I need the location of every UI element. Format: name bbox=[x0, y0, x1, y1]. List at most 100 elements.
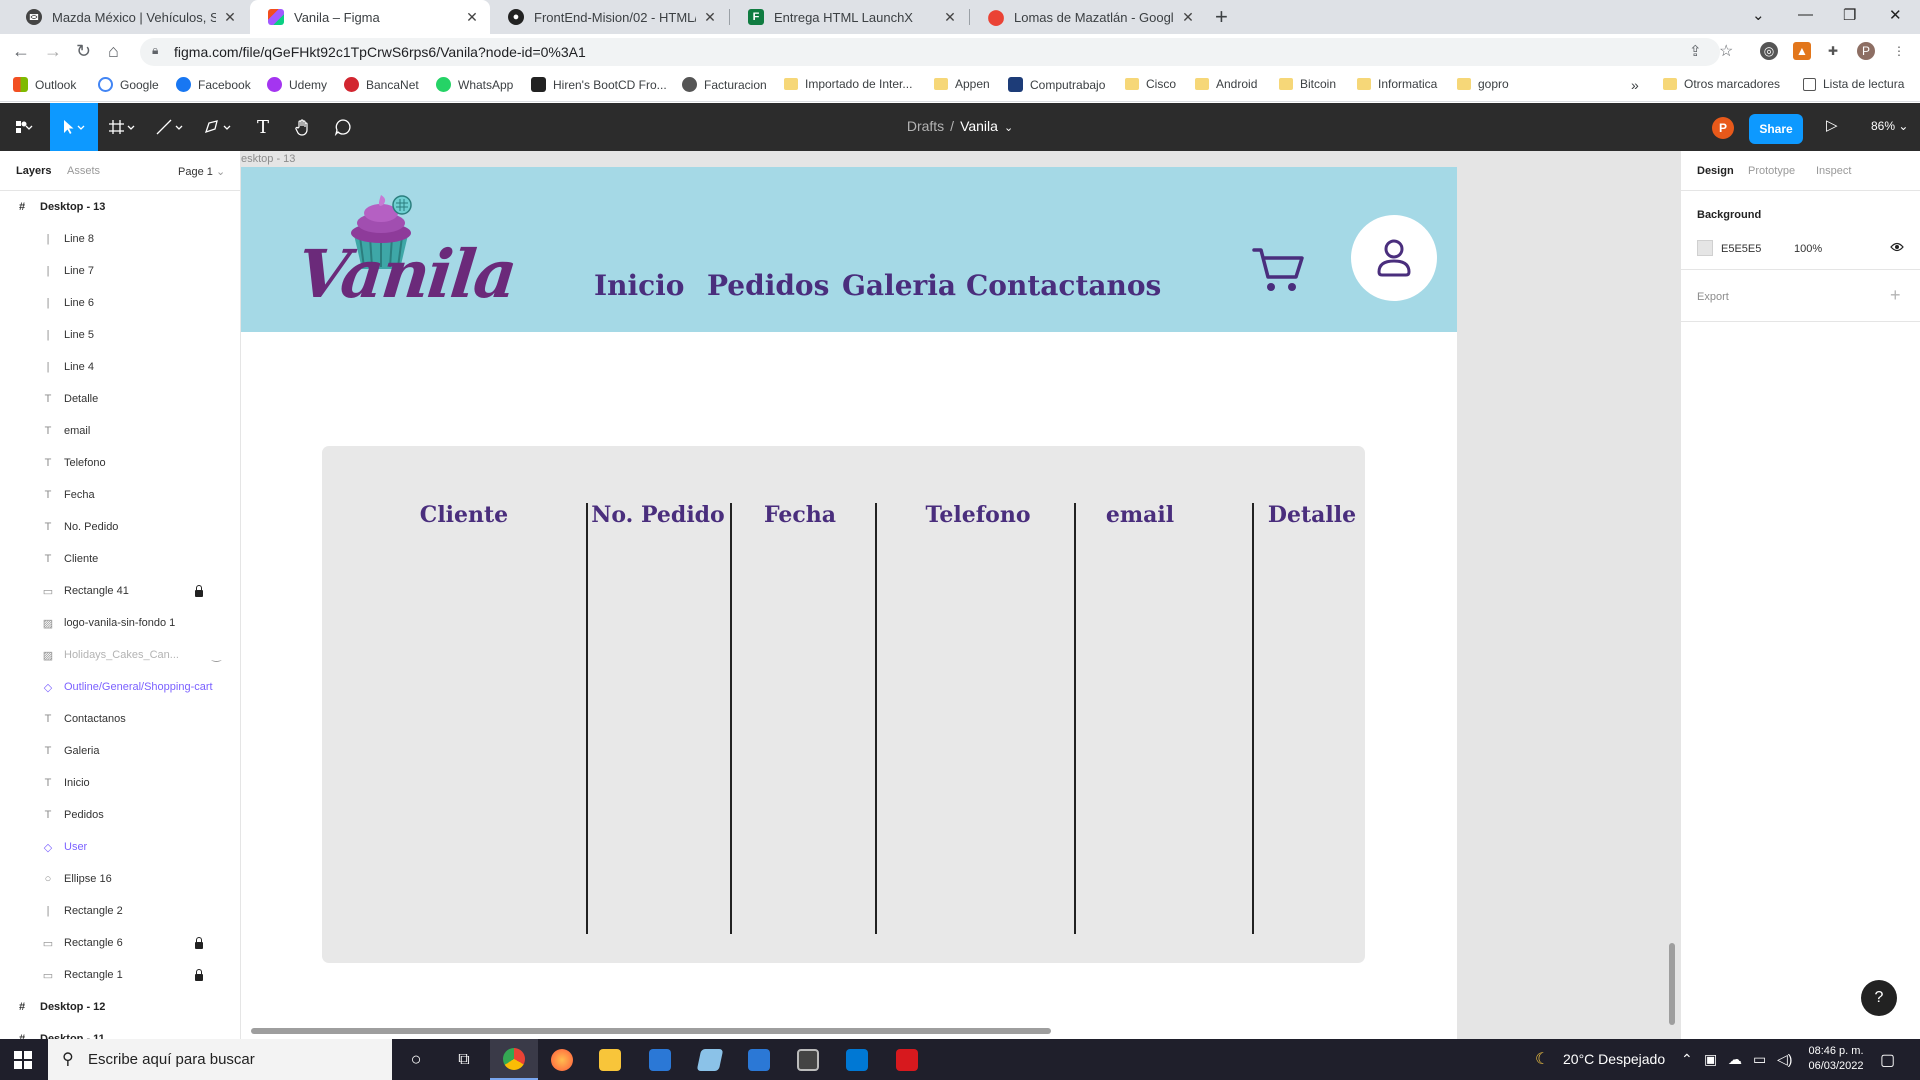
notifications-icon[interactable]: ▢ bbox=[1880, 1050, 1895, 1070]
zoom-level[interactable]: 86% ⌄ bbox=[1871, 119, 1908, 133]
browser-menu-icon[interactable]: ⋮ bbox=[1890, 42, 1908, 60]
layer-row[interactable]: T No. Pedido bbox=[0, 511, 240, 543]
orders-table-panel[interactable]: Cliente No. Pedido Fecha Telefono email … bbox=[322, 446, 1365, 963]
horizontal-scrollbar[interactable] bbox=[251, 1028, 1051, 1034]
bookmark-outlook[interactable]: Outlook bbox=[13, 77, 76, 92]
layer-row[interactable]: ○ Ellipse 16 bbox=[0, 863, 240, 895]
back-icon[interactable]: ← bbox=[12, 41, 30, 62]
cloud-icon[interactable]: ☁ bbox=[1728, 1051, 1742, 1068]
bookmark-importado[interactable]: Importado de Inter... bbox=[784, 77, 912, 91]
bookmark-cisco[interactable]: Cisco bbox=[1125, 77, 1176, 91]
notes-taskbar-icon[interactable] bbox=[686, 1039, 734, 1080]
mail-taskbar-icon[interactable] bbox=[636, 1039, 684, 1080]
clock[interactable]: 08:46 p. m. 06/03/2022 bbox=[1800, 1044, 1872, 1074]
tab-search-icon[interactable]: ⌄ bbox=[1752, 6, 1765, 24]
extension-icon[interactable]: ◎ bbox=[1760, 42, 1778, 60]
layer-row[interactable]: T Fecha bbox=[0, 479, 240, 511]
bookmark-computrabajo[interactable]: Computrabajo bbox=[1008, 77, 1105, 92]
bookmark-informatica[interactable]: Informatica bbox=[1357, 77, 1437, 91]
profile-avatar[interactable]: P bbox=[1857, 42, 1875, 60]
layer-row[interactable]: T Pedidos bbox=[0, 799, 240, 831]
site-header[interactable]: Vanila Inicio Pedidos Galeria Contactano… bbox=[241, 167, 1457, 332]
layer-row[interactable]: | Line 5 bbox=[0, 319, 240, 351]
chevron-down-icon[interactable]: ⌄ bbox=[1004, 122, 1013, 134]
browser-tab-maps[interactable]: ⬤ Lomas de Mazatlán - Google Ma ✕ bbox=[970, 0, 1206, 34]
lock-icon[interactable] bbox=[195, 937, 203, 949]
background-opacity-input[interactable]: 100% bbox=[1794, 243, 1822, 255]
moon-weather-icon[interactable]: ☾ bbox=[1535, 1049, 1549, 1069]
home-icon[interactable]: ⌂ bbox=[108, 41, 119, 62]
eye-icon[interactable] bbox=[1890, 241, 1904, 255]
bookmark-facturacion[interactable]: Facturacion bbox=[682, 77, 767, 92]
tab-layers[interactable]: Layers bbox=[16, 165, 51, 177]
frame-label[interactable]: esktop - 13 bbox=[241, 153, 295, 165]
tab-close-icon[interactable]: ✕ bbox=[942, 9, 958, 26]
share-page-icon[interactable]: ⇪ bbox=[1689, 42, 1702, 60]
page-selector[interactable]: Page 1 ⌄ bbox=[178, 165, 225, 178]
bookmark-star-icon[interactable]: ☆ bbox=[1719, 41, 1733, 61]
explorer-taskbar-icon[interactable] bbox=[586, 1039, 634, 1080]
layer-row[interactable]: T Contactanos bbox=[0, 703, 240, 735]
reading-list[interactable]: Lista de lectura bbox=[1803, 77, 1904, 91]
layer-row[interactable]: | Line 6 bbox=[0, 287, 240, 319]
layer-row[interactable]: # Desktop - 12 bbox=[0, 991, 240, 1023]
layer-row[interactable]: | Line 7 bbox=[0, 255, 240, 287]
extensions-puzzle-icon[interactable]: ✚ bbox=[1824, 42, 1842, 60]
address-bar[interactable]: 🔒︎ figma.com/file/qGeFHkt92c1TpCrwS6rps6… bbox=[140, 38, 1733, 66]
tab-assets[interactable]: Assets bbox=[67, 165, 100, 177]
lock-icon[interactable] bbox=[195, 969, 203, 981]
layer-row[interactable]: ▨ logo-vanila-sin-fondo 1 bbox=[0, 607, 240, 639]
layer-row[interactable]: # Desktop - 13 bbox=[0, 191, 240, 223]
nav-pedidos[interactable]: Pedidos bbox=[707, 269, 829, 302]
shopping-cart-icon[interactable] bbox=[1252, 247, 1304, 293]
file-name[interactable]: Vanila bbox=[960, 118, 998, 134]
layer-row[interactable]: T Inicio bbox=[0, 767, 240, 799]
weather-text[interactable]: 20°C Despejado bbox=[1563, 1051, 1665, 1067]
bookmark-bancanet[interactable]: BancaNet bbox=[344, 77, 419, 92]
bookmark-bitcoin[interactable]: Bitcoin bbox=[1279, 77, 1336, 91]
windows-start-icon[interactable] bbox=[14, 1051, 32, 1069]
network-icon[interactable]: ▭ bbox=[1753, 1051, 1766, 1068]
frame-desktop-13[interactable]: Vanila Inicio Pedidos Galeria Contactano… bbox=[241, 167, 1457, 1039]
user-avatar-circle[interactable] bbox=[1351, 215, 1437, 301]
tab-close-icon[interactable]: ✕ bbox=[464, 9, 480, 26]
drafts-link[interactable]: Drafts bbox=[907, 118, 944, 134]
layer-row[interactable]: T Cliente bbox=[0, 543, 240, 575]
vscode-taskbar-icon[interactable] bbox=[833, 1039, 881, 1080]
layer-row[interactable]: ◇ User bbox=[0, 831, 240, 863]
layer-row[interactable]: # Desktop - 11 bbox=[0, 1023, 240, 1039]
layer-row[interactable]: T Telefono bbox=[0, 447, 240, 479]
calendar-taskbar-icon[interactable] bbox=[735, 1039, 783, 1080]
layer-row[interactable]: ▭ Rectangle 6 bbox=[0, 927, 240, 959]
bookmark-google[interactable]: Google bbox=[98, 77, 159, 92]
tab-prototype[interactable]: Prototype bbox=[1748, 165, 1795, 177]
task-view-icon[interactable]: ⧉ bbox=[440, 1039, 488, 1080]
layer-row[interactable]: ▨ Holidays_Cakes_Can... ‿ bbox=[0, 639, 240, 671]
vertical-scrollbar[interactable] bbox=[1669, 943, 1675, 1025]
tab-inspect[interactable]: Inspect bbox=[1816, 165, 1851, 177]
restore-icon[interactable]: ❐ bbox=[1843, 6, 1856, 24]
browser-tab-figma[interactable]: Vanila – Figma ✕ bbox=[250, 0, 490, 34]
layer-row[interactable]: Temail bbox=[0, 415, 240, 447]
tab-design[interactable]: Design bbox=[1697, 165, 1734, 177]
calculator-taskbar-icon[interactable] bbox=[784, 1039, 832, 1080]
nav-inicio[interactable]: Inicio bbox=[594, 269, 684, 302]
hidden-eye-icon[interactable]: ‿ bbox=[212, 649, 221, 662]
reload-icon[interactable]: ↻ bbox=[76, 41, 91, 62]
help-button[interactable]: ? bbox=[1861, 980, 1897, 1016]
browser-tab-github[interactable]: ● FrontEnd-Mision/02 - HTML/prac ✕ bbox=[490, 0, 728, 34]
firefox-taskbar-icon[interactable] bbox=[538, 1039, 586, 1080]
forward-icon[interactable]: → bbox=[44, 41, 62, 62]
layer-row[interactable]: ◇ Outline/General/Shopping-cart bbox=[0, 671, 240, 703]
background-hex-input[interactable]: E5E5E5 bbox=[1721, 243, 1761, 255]
minimize-icon[interactable]: — bbox=[1798, 6, 1813, 23]
user-avatar[interactable]: P bbox=[1712, 117, 1734, 139]
bookmark-facebook[interactable]: Facebook bbox=[176, 77, 251, 92]
browser-tab-mazda[interactable]: ✉ Mazda México | Vehículos, SUVs y ✕ bbox=[8, 0, 248, 34]
tab-close-icon[interactable]: ✕ bbox=[702, 9, 718, 26]
share-button[interactable]: Share bbox=[1749, 114, 1803, 144]
lock-icon[interactable] bbox=[195, 585, 203, 597]
layer-row[interactable]: | Rectangle 2 bbox=[0, 895, 240, 927]
bookmark-udemy[interactable]: Udemy bbox=[267, 77, 327, 92]
bookmarks-overflow-button[interactable]: » bbox=[1631, 77, 1639, 93]
